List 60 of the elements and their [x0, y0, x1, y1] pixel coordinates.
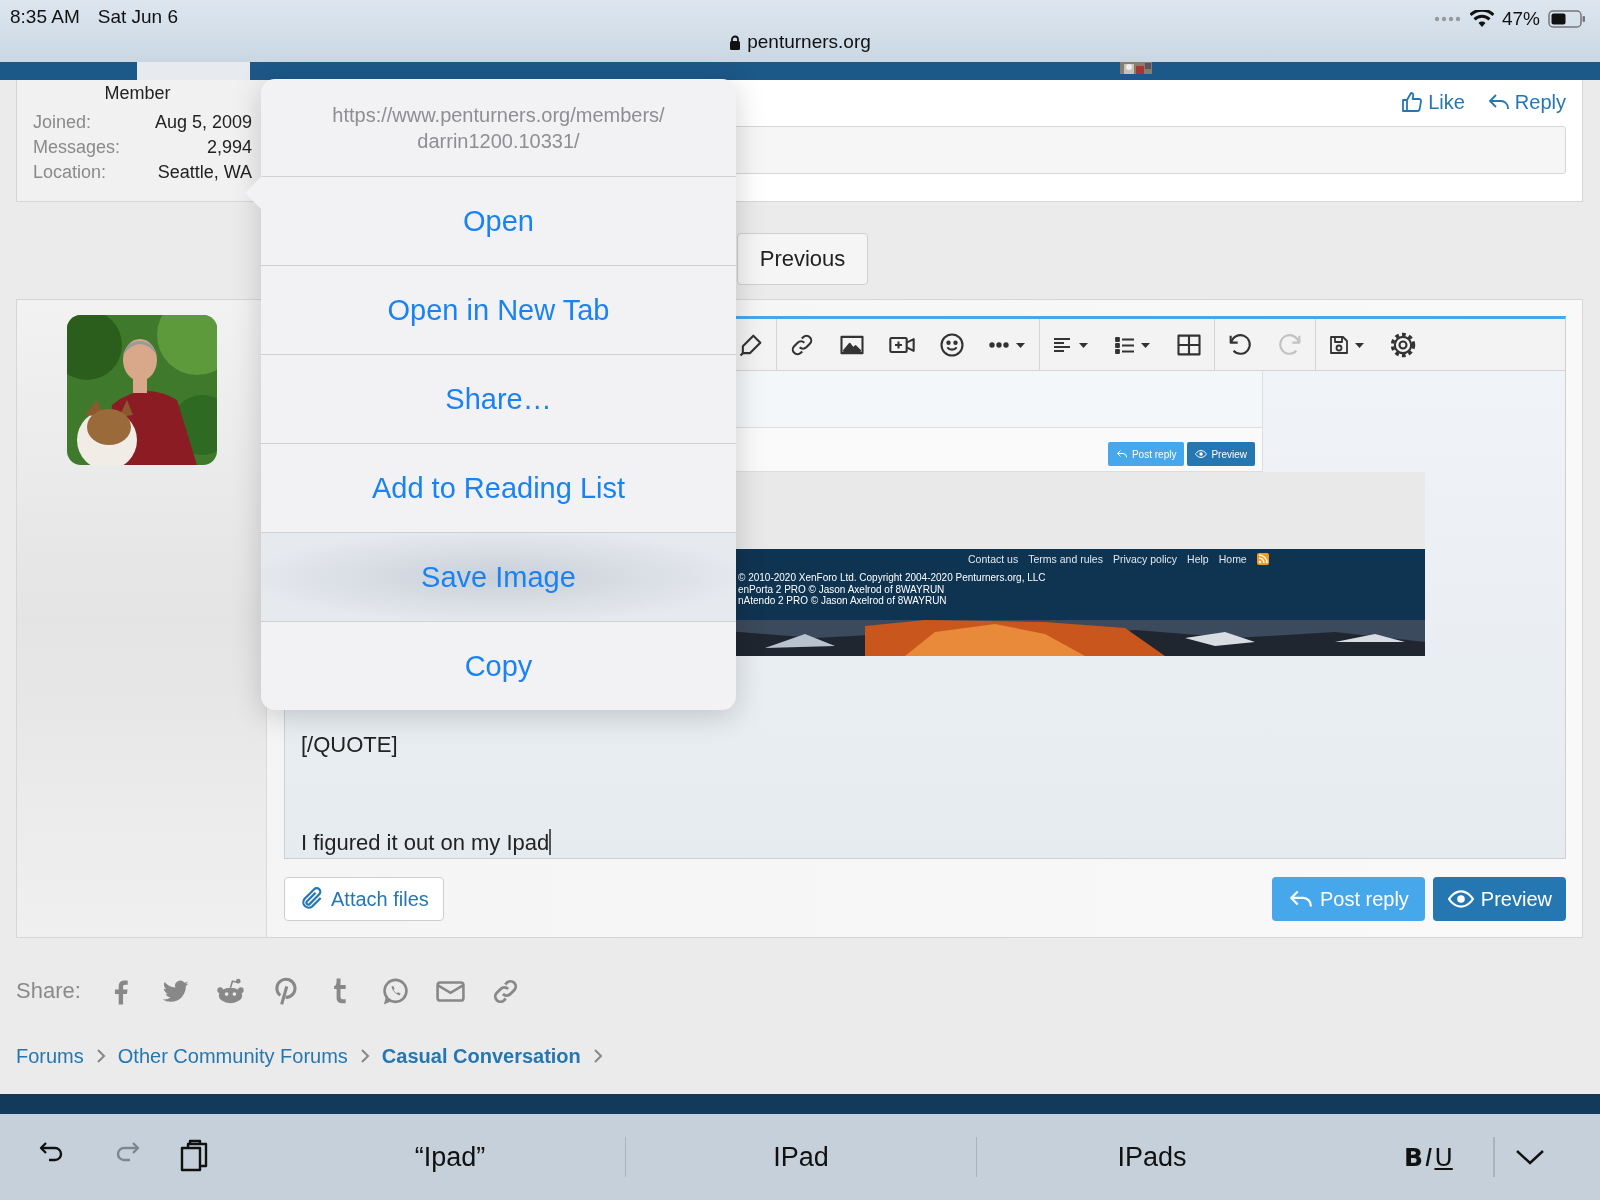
footer-link: Contact us [968, 553, 1019, 565]
stat-value: Aug 5, 2009 [154, 111, 252, 134]
chevron-down-icon[interactable] [1514, 1148, 1545, 1166]
chevron-right-icon [95, 1048, 106, 1064]
footer-link: Help [1187, 553, 1209, 565]
stat-label: Joined: [33, 111, 92, 134]
reply-icon [1115, 448, 1128, 460]
eye-icon [1195, 448, 1208, 460]
preview-button[interactable]: Preview [1432, 877, 1566, 921]
link-url: https://www.penturners.org/members/ darrin1200.10331/ [331, 102, 666, 154]
chevron-right-icon [592, 1048, 603, 1064]
status-date: Sat Jun 6 [97, 6, 178, 28]
editor-text-line: [/QUOTE] [301, 731, 398, 759]
thumbs-up-icon[interactable] [1400, 90, 1425, 114]
breadcrumb-link[interactable]: Forums [16, 1044, 84, 1068]
previous-button[interactable]: Previous [737, 233, 868, 285]
battery-icon [1548, 10, 1586, 28]
bold-button[interactable]: B [1404, 1142, 1424, 1172]
lock-icon [729, 34, 742, 50]
footer-link: Home [1218, 553, 1247, 565]
attach-files-button[interactable]: Attach files [284, 877, 444, 921]
menu-item[interactable]: Share… [261, 354, 736, 443]
copyright-line: © 2010-2020 XenForo Ltd. Copyright 2004-2020 Penturners.org, LLC [738, 572, 1047, 584]
wifi-icon [1469, 10, 1494, 28]
menu-item[interactable]: Copy [261, 621, 736, 710]
text-cursor [549, 829, 552, 855]
footer-link: Terms and rules [1028, 553, 1103, 565]
word-suggestion[interactable]: IPad [625, 1137, 976, 1177]
smiley-icon[interactable] [938, 330, 966, 359]
rss-icon [1256, 553, 1269, 565]
menu-item[interactable]: Save Image [261, 532, 736, 621]
footer-link: Privacy policy [1112, 553, 1178, 565]
editor-text-line: I figured it out on my Ipad [301, 828, 552, 857]
status-time: 8:35 AM [10, 6, 80, 28]
underline-button[interactable]: U [1434, 1142, 1453, 1172]
copyright-line: nAtendo 2 PRO © Jason Axelrod of 8WAYRUN [738, 595, 948, 607]
stat-value: Seattle, WA [157, 161, 252, 184]
breadcrumb-link[interactable]: Other Community Forums [117, 1044, 348, 1068]
word-suggestion[interactable]: “Ipad” [275, 1137, 625, 1177]
user-title: Member [103, 83, 172, 104]
like-link[interactable]: Like [1400, 90, 1465, 114]
preview-button: Preview [1187, 442, 1255, 466]
stat-value: 2,994 [206, 136, 252, 159]
post-reply-button[interactable]: Post reply [1271, 877, 1425, 921]
stat-label: Location: [33, 161, 107, 184]
chevron-right-icon [359, 1048, 370, 1064]
menu-item[interactable]: Open [261, 176, 736, 265]
reply-link[interactable]: Reply [1486, 90, 1566, 114]
italic-button[interactable]: I [1425, 1142, 1433, 1172]
breadcrumb-link[interactable]: Casual Conversation [381, 1044, 581, 1068]
post-reply-button: Post reply [1107, 442, 1185, 466]
stat-label: Messages: [33, 136, 121, 159]
copyright-line: enPorta 2 PRO © Jason Axelrod of 8WAYRUN [738, 583, 946, 595]
battery-percent: 47% [1501, 8, 1540, 30]
word-suggestion[interactable]: IPads [976, 1137, 1327, 1177]
address-url[interactable]: penturners.org [747, 31, 871, 53]
menu-item[interactable]: Open in New Tab [261, 265, 736, 354]
signal-icon [1433, 16, 1462, 22]
share-label: Share: [16, 978, 81, 1004]
settings-icon[interactable] [1389, 330, 1417, 359]
